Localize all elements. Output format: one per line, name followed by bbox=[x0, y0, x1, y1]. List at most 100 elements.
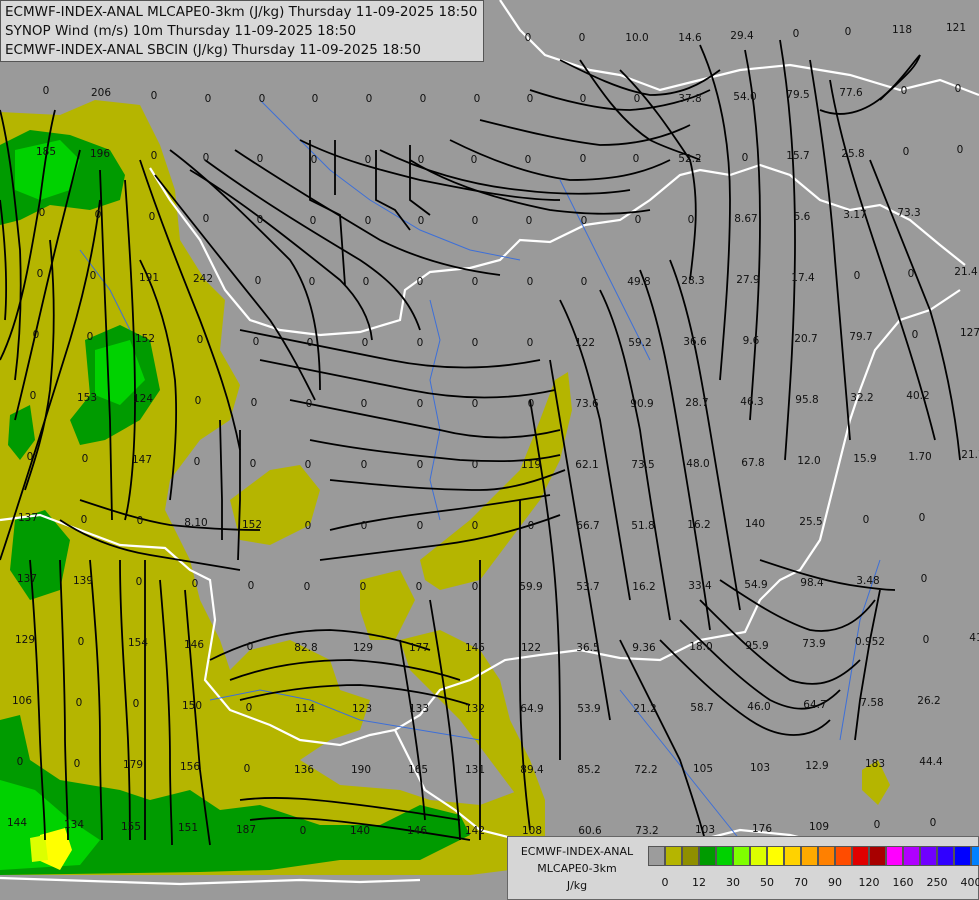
gridpoint-value: 0 bbox=[921, 573, 928, 585]
gridpoint-value: 49.8 bbox=[627, 276, 650, 288]
gridpoint-value: 29.4 bbox=[730, 30, 754, 42]
gridpoint-value: 0 bbox=[416, 581, 423, 593]
gridpoint-value: 146 bbox=[407, 825, 427, 837]
streamline bbox=[699, 44, 731, 381]
gridpoint-value: 152 bbox=[135, 333, 155, 345]
gridpoint-value: 10.0 bbox=[625, 32, 648, 44]
gridpoint-value: 79.7 bbox=[849, 331, 872, 343]
gridpoint-value: 0 bbox=[581, 215, 588, 227]
title-line-synop-wind: SYNOP Wind (m/s) 10m Thursday 11-09-2025… bbox=[5, 23, 357, 39]
legend-swatch bbox=[937, 846, 954, 866]
gridpoint-value: 0 bbox=[472, 398, 479, 410]
gridpoint-value: 0 bbox=[580, 153, 587, 165]
legend-swatch bbox=[784, 846, 801, 866]
gridpoint-value: 0 bbox=[361, 520, 368, 532]
gridpoint-value: 0 bbox=[528, 398, 535, 410]
gridpoint-value: 0 bbox=[360, 581, 367, 593]
streamline bbox=[699, 599, 861, 685]
gridpoint-value: 129 bbox=[353, 642, 373, 654]
gridpoint-value: 0.952 bbox=[855, 636, 885, 648]
gridpoint-value: 139 bbox=[73, 575, 93, 587]
gridpoint-value: 121 bbox=[946, 22, 966, 34]
gridpoint-value: 64.7 bbox=[803, 699, 826, 711]
gridpoint-value: 0 bbox=[76, 697, 83, 709]
gridpoint-value: 153 bbox=[77, 392, 97, 404]
gridpoint-value: 16.2 bbox=[687, 519, 710, 531]
gridpoint-value: 147 bbox=[132, 454, 152, 466]
gridpoint-value: 73.3 bbox=[897, 207, 920, 219]
legend-tick-label: 250 bbox=[926, 876, 948, 889]
gridpoint-value: 0 bbox=[854, 270, 861, 282]
gridpoint-value: 73.9 bbox=[802, 638, 825, 650]
gridpoint-value: 85.2 bbox=[577, 764, 600, 776]
gridpoint-value: 0 bbox=[195, 395, 202, 407]
color-legend: ECMWF-INDEX-ANAL MLCAPE0-3km J/kg 0 12 30 5… bbox=[507, 836, 979, 900]
gridpoint-value: 0 bbox=[363, 276, 370, 288]
gridpoint-value: 187 bbox=[236, 824, 256, 836]
gridpoint-value: 0 bbox=[27, 451, 34, 463]
streamline bbox=[309, 439, 561, 463]
gridpoint-value: 122 bbox=[575, 337, 595, 349]
gridpoint-value: 0 bbox=[300, 825, 307, 837]
streamline bbox=[744, 49, 761, 421]
legend-swatch bbox=[750, 846, 767, 866]
gridpoint-value: 28.3 bbox=[681, 275, 704, 287]
gridpoint-value: 106 bbox=[12, 695, 32, 707]
gridpoint-value: 0 bbox=[305, 459, 312, 471]
gridpoint-value: 0 bbox=[82, 453, 89, 465]
gridpoint-value: 0 bbox=[78, 636, 85, 648]
gridpoint-value: 77.6 bbox=[839, 87, 863, 99]
gridpoint-value: 89.4 bbox=[520, 764, 544, 776]
gridpoint-value: 0 bbox=[908, 268, 915, 280]
gridpoint-value: 0 bbox=[17, 756, 24, 768]
gridpoint-value: 0 bbox=[793, 28, 800, 40]
gridpoint-value: 0 bbox=[633, 153, 640, 165]
gridpoint-value: 0 bbox=[362, 337, 369, 349]
gridpoint-value: 66.7 bbox=[576, 520, 599, 532]
gridpoint-value: 54.0 bbox=[733, 91, 756, 103]
gridpoint-value: 14.6 bbox=[678, 32, 702, 44]
gridpoint-value: 119 bbox=[521, 459, 541, 471]
streamline bbox=[869, 159, 961, 461]
gridpoint-value: 0 bbox=[90, 270, 97, 282]
gridpoint-value: 0 bbox=[74, 758, 81, 770]
gridpoint-value: 0 bbox=[923, 634, 930, 646]
gridpoint-value: 0 bbox=[151, 150, 158, 162]
legend-swatch bbox=[835, 846, 852, 866]
cape-region-small1 bbox=[360, 570, 415, 640]
gridpoint-value: 133 bbox=[409, 703, 429, 715]
cape-region-small2 bbox=[230, 465, 320, 545]
gridpoint-value: 0 bbox=[474, 93, 481, 105]
gridpoint-value: 105 bbox=[693, 763, 713, 775]
legend-tick-label: 50 bbox=[760, 876, 774, 889]
streamline bbox=[809, 59, 851, 441]
gridpoint-value: 0 bbox=[37, 268, 44, 280]
gridpoint-value: 0 bbox=[250, 458, 257, 470]
gridpoint-value: 36.6 bbox=[683, 336, 707, 348]
gridpoint-value: 0 bbox=[257, 214, 264, 226]
cape-region-center bbox=[420, 372, 572, 590]
border-bottom-left bbox=[0, 876, 421, 886]
gridpoint-value: 191 bbox=[139, 272, 159, 284]
gridpoint-value: 0 bbox=[365, 154, 372, 166]
gridpoint-value: 131 bbox=[465, 764, 485, 776]
gridpoint-value: 8.10 bbox=[184, 517, 207, 529]
streamline bbox=[234, 149, 501, 276]
gridpoint-value: 140 bbox=[350, 825, 370, 837]
gridpoint-value: 67.8 bbox=[741, 457, 764, 469]
gridpoint-value: 123 bbox=[352, 703, 372, 715]
streamline bbox=[679, 619, 841, 710]
legend-unit: J/kg bbox=[566, 879, 588, 892]
gridpoint-value: 0 bbox=[472, 276, 479, 288]
gridpoint-value: 127 bbox=[960, 327, 979, 339]
gridpoint-value: 28.7 bbox=[685, 397, 708, 409]
gridpoint-value: 0 bbox=[528, 520, 535, 532]
legend-swatch bbox=[733, 846, 750, 866]
gridpoint-value: 25.8 bbox=[841, 148, 864, 160]
gridpoint-value: 0 bbox=[471, 154, 478, 166]
gridpoint-value: 151 bbox=[178, 822, 198, 834]
gridpoint-value: 0 bbox=[244, 763, 251, 775]
legend-swatch bbox=[801, 846, 818, 866]
gridpoint-value: 3.48 bbox=[856, 575, 879, 587]
legend-swatch bbox=[665, 846, 682, 866]
